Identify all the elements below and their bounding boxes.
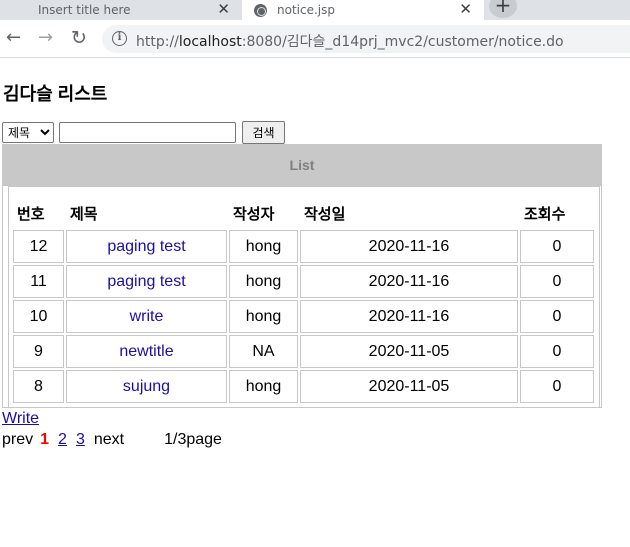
search-form: 제목 검색 — [2, 121, 285, 144]
cell-author: hong — [229, 300, 298, 333]
cell-no: 11 — [13, 265, 64, 298]
cell-author: hong — [229, 265, 298, 298]
cell-author: NA — [229, 335, 298, 368]
search-input[interactable] — [59, 122, 236, 143]
pagination: prev 1 2 3 next 1/3page — [2, 431, 222, 449]
cell-author: hong — [229, 370, 298, 403]
post-title-link[interactable]: newtitle — [119, 343, 173, 360]
post-title-link[interactable]: paging test — [107, 273, 185, 290]
cell-title: paging test — [66, 230, 227, 263]
reload-icon[interactable]: ↻ — [71, 28, 87, 48]
cell-hits: 0 — [520, 230, 594, 263]
page-count: 1/3page — [164, 431, 222, 448]
cell-title: newtitle — [66, 335, 227, 368]
close-tab-icon[interactable]: ✕ — [459, 1, 472, 17]
browser-toolbar: ← → ↻ i http://localhost:8080/김다슬_d14prj… — [0, 20, 630, 58]
tab-title: Insert title here — [38, 3, 131, 17]
url-scheme: http:// — [136, 34, 179, 50]
column-header-date: 작성일 — [304, 205, 346, 223]
board-table-area: 번호 제목 작성자 작성일 조회수 12 paging test hong 20… — [8, 186, 600, 408]
table-row: 9 newtitle NA 2020-11-05 0 — [13, 335, 594, 368]
cell-no: 10 — [13, 300, 64, 333]
post-title-link[interactable]: sujung — [123, 378, 170, 395]
cell-no: 12 — [13, 230, 64, 263]
notice-board: List 번호 제목 작성자 작성일 조회수 12 paging test ho… — [2, 144, 602, 408]
column-header-author: 작성자 — [233, 205, 275, 223]
cell-no: 9 — [13, 335, 64, 368]
column-header-hits: 조회수 — [524, 205, 566, 223]
address-bar[interactable]: i http://localhost:8080/김다슬_d14prj_mvc2/… — [102, 25, 630, 53]
table-row: 8 sujung hong 2020-11-05 0 — [13, 370, 594, 403]
tab-notice[interactable]: notice.jsp ✕ — [242, 0, 484, 20]
cell-hits: 0 — [520, 370, 594, 403]
tab-title: notice.jsp — [277, 3, 335, 17]
cell-title: sujung — [66, 370, 227, 403]
cell-hits: 0 — [520, 335, 594, 368]
post-title-link[interactable]: write — [130, 308, 164, 325]
page-link-2[interactable]: 2 — [58, 431, 67, 449]
table-row: 11 paging test hong 2020-11-16 0 — [13, 265, 594, 298]
page-title: 김다슬 리스트 — [3, 84, 108, 104]
board-caption: List — [3, 145, 601, 186]
cell-author: hong — [229, 230, 298, 263]
url-path: :8080/김다슬_d14prj_mvc2/customer/notice.do — [241, 34, 564, 50]
close-tab-icon[interactable]: ✕ — [217, 1, 230, 17]
table-row: 12 paging test hong 2020-11-16 0 — [13, 230, 594, 263]
column-header-no: 번호 — [17, 205, 45, 223]
cell-date: 2020-11-05 — [300, 370, 518, 403]
cell-hits: 0 — [520, 300, 594, 333]
url-text: http://localhost:8080/김다슬_d14prj_mvc2/cu… — [136, 31, 564, 51]
new-tab-plus-icon[interactable]: + — [489, 0, 517, 18]
cell-date: 2020-11-16 — [300, 230, 518, 263]
cell-no: 8 — [13, 370, 64, 403]
cell-title: paging test — [66, 265, 227, 298]
tab-insert-title[interactable]: Insert title here ✕ — [0, 0, 242, 20]
cell-title: write — [66, 300, 227, 333]
globe-icon — [254, 3, 267, 17]
page-link-3[interactable]: 3 — [76, 431, 85, 449]
next-link[interactable]: next — [94, 431, 124, 449]
notice-table: 번호 제목 작성자 작성일 조회수 12 paging test hong 20… — [11, 196, 596, 405]
cell-date: 2020-11-16 — [300, 300, 518, 333]
cell-hits: 0 — [520, 265, 594, 298]
info-icon[interactable]: i — [112, 31, 127, 46]
cell-date: 2020-11-05 — [300, 335, 518, 368]
search-field-select[interactable]: 제목 — [2, 122, 54, 143]
forward-arrow-icon[interactable]: → — [38, 28, 53, 48]
table-header-row: 번호 제목 작성자 작성일 조회수 — [13, 198, 594, 228]
current-page: 1 — [40, 431, 50, 448]
back-arrow-icon[interactable]: ← — [6, 28, 21, 48]
table-row: 10 write hong 2020-11-16 0 — [13, 300, 594, 333]
column-header-title: 제목 — [70, 205, 98, 223]
search-button[interactable]: 검색 — [242, 121, 285, 144]
browser-tab-bar: Insert title here ✕ notice.jsp ✕ + — [0, 0, 630, 20]
prev-link[interactable]: prev — [2, 431, 33, 449]
url-host: localhost — [178, 34, 242, 50]
post-title-link[interactable]: paging test — [107, 238, 185, 255]
cell-date: 2020-11-16 — [300, 265, 518, 298]
write-link[interactable]: Write — [2, 410, 39, 428]
